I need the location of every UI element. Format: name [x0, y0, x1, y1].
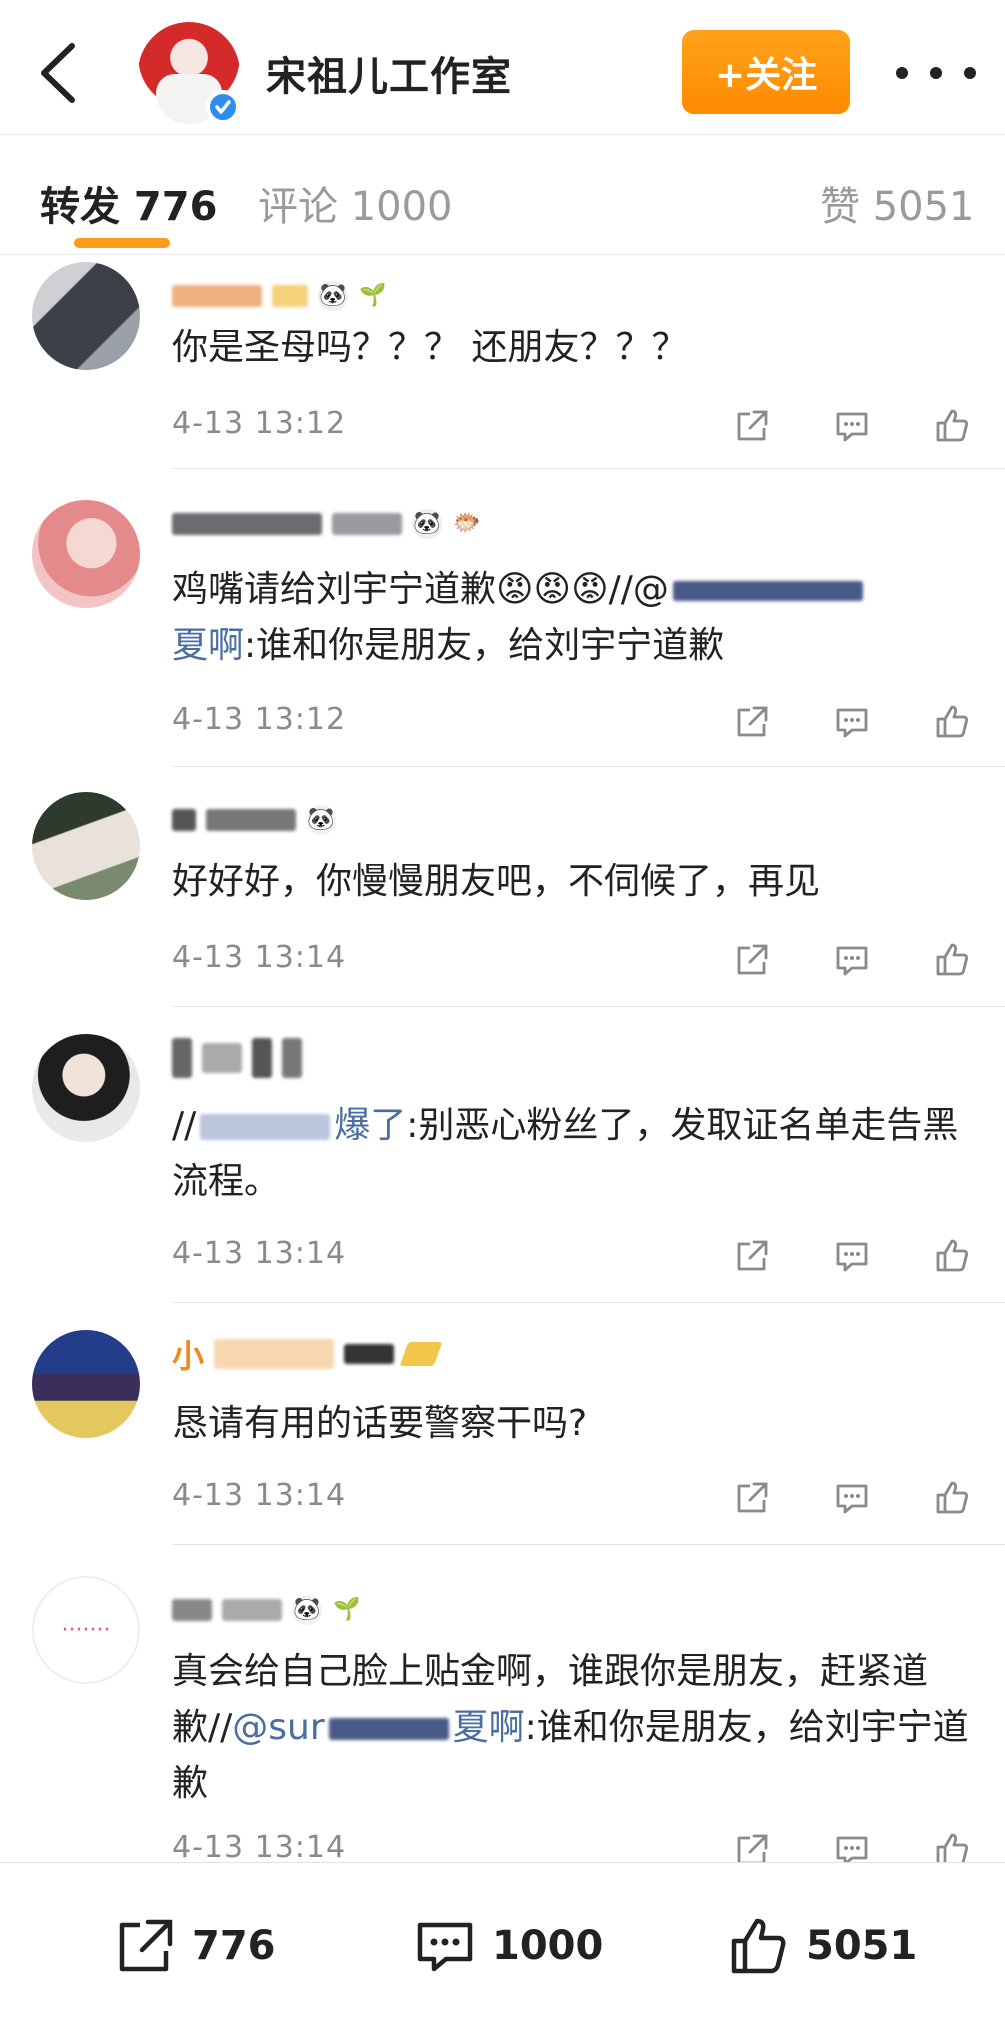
comment-text: //爆了:别恶心粉丝了，发取证名单走告黑流程。 — [172, 1105, 959, 1202]
repost-button[interactable]: 776 — [112, 1911, 276, 1981]
account-name[interactable]: 宋祖儿工作室 — [266, 44, 512, 102]
bottom-action-bar: 776 1000 5051 — [0, 1862, 1005, 2028]
repost-icon[interactable] — [732, 406, 772, 446]
avatar[interactable] — [32, 1330, 140, 1438]
sprout-icon: 🌱 — [359, 283, 387, 308]
like-button[interactable]: 5051 — [726, 1911, 917, 1981]
tab-likes[interactable]: 赞 5051 — [820, 174, 975, 232]
repost-icon[interactable] — [732, 940, 772, 980]
panda-icon: 🐼 — [292, 1595, 322, 1625]
comment-icon — [417, 1922, 473, 1972]
repost-icon — [119, 1919, 173, 1972]
mention-link[interactable]: 夏啊 — [172, 625, 244, 666]
comment-count: 1000 — [492, 1923, 604, 1969]
sprout-icon: 🌱 — [333, 1597, 361, 1622]
tab-reposts[interactable]: 转发 776 — [40, 174, 217, 232]
comment-text: 你是圣母吗？？？ 还朋友？？？ — [172, 327, 688, 368]
avatar[interactable] — [32, 500, 140, 608]
like-icon[interactable] — [932, 406, 972, 446]
username-redacted[interactable] — [172, 1038, 302, 1078]
repost-count: 776 — [192, 1923, 276, 1969]
comment-icon[interactable] — [832, 940, 872, 980]
angry-emoji-icon: 😡😡😡 — [496, 569, 609, 610]
comment-icon[interactable] — [832, 702, 872, 742]
verified-badge-icon — [206, 90, 240, 124]
comment-time: 4-13 13:12 — [172, 406, 347, 441]
divider — [172, 1302, 1005, 1303]
divider — [172, 1006, 1005, 1007]
avatar[interactable]: ······· — [32, 1576, 140, 1684]
comment-text: 恳请有用的话要警察干吗? — [172, 1403, 588, 1444]
avatar[interactable] — [32, 792, 140, 900]
divider — [172, 766, 1005, 767]
comment-time: 4-13 13:14 — [172, 1236, 347, 1271]
like-icon[interactable] — [932, 1236, 972, 1276]
active-tab-indicator — [74, 238, 170, 248]
comment-text: 真会给自己脸上贴金啊，谁跟你是朋友，赶紧道歉//@sur 夏啊:谁和你是朋友，给刘… — [172, 1651, 969, 1804]
comment-time: 4-13 13:14 — [172, 1830, 347, 1865]
comment-icon[interactable] — [832, 406, 872, 446]
username-redacted[interactable]: 🐼 — [172, 800, 336, 840]
top-bar: 宋祖儿工作室 +关注 — [0, 0, 1005, 135]
comment-text: 好好好，你慢慢朋友吧，不伺候了，再见 — [172, 861, 821, 902]
like-icon[interactable] — [932, 940, 972, 980]
like-icon[interactable] — [932, 702, 972, 742]
username-redacted[interactable]: 🐼 🌱 — [172, 1590, 362, 1630]
comment-icon[interactable] — [832, 1478, 872, 1518]
comment-time: 4-13 13:12 — [172, 702, 347, 737]
comment-button[interactable]: 1000 — [412, 1911, 603, 1981]
back-arrow-icon[interactable] — [30, 38, 90, 108]
pufferfish-icon: 🐡 — [453, 511, 481, 536]
comment-time: 4-13 13:14 — [172, 1478, 347, 1513]
like-icon — [731, 1918, 786, 1974]
account-avatar[interactable] — [138, 22, 240, 124]
interaction-tabs: 转发 776 评论 1000 赞 5051 — [0, 134, 1005, 255]
vip-badge-icon — [399, 1342, 443, 1366]
mention-link[interactable]: 爆了 — [334, 1105, 406, 1146]
like-icon[interactable] — [932, 1478, 972, 1518]
divider — [172, 468, 1005, 469]
username-redacted[interactable]: 🐼 🐡 — [172, 504, 482, 544]
repost-icon[interactable] — [732, 1236, 772, 1276]
avatar[interactable] — [32, 1034, 140, 1142]
follow-button[interactable]: +关注 — [682, 30, 850, 114]
panda-icon: 🐼 — [318, 281, 348, 311]
comment-icon[interactable] — [832, 1236, 872, 1276]
panda-icon: 🐼 — [306, 805, 336, 835]
mention-link[interactable]: @sur 夏啊 — [232, 1707, 524, 1748]
panda-icon: 🐼 — [412, 509, 442, 539]
username-redacted[interactable]: 🐼 🌱 — [172, 276, 388, 316]
comment-time: 4-13 13:14 — [172, 940, 347, 975]
more-options-icon[interactable] — [896, 48, 976, 98]
like-count: 5051 — [806, 1923, 918, 1969]
comment-text: 鸡嘴请给刘宇宁道歉😡😡😡//@ 夏啊:谁和你是朋友，给刘宇宁道歉 — [172, 562, 982, 674]
divider — [172, 1544, 1005, 1545]
tab-comments[interactable]: 评论 1000 — [258, 174, 453, 232]
username[interactable]: 小 — [172, 1334, 443, 1375]
repost-icon[interactable] — [732, 1478, 772, 1518]
avatar[interactable] — [32, 262, 140, 370]
repost-icon[interactable] — [732, 702, 772, 742]
